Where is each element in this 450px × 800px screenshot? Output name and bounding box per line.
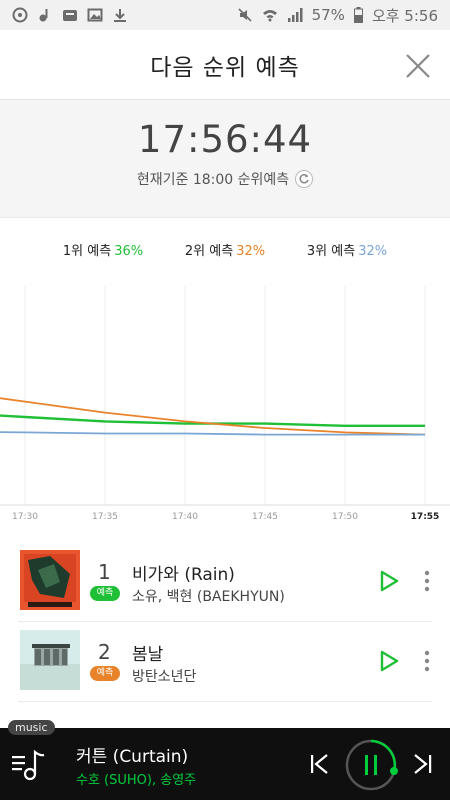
status-bar: 57% 오후 5:56 <box>0 0 450 30</box>
refresh-button[interactable] <box>295 170 314 188</box>
list-item[interactable]: 2 예측 봄날 방탄소년단 <box>18 622 432 702</box>
mute-icon <box>238 8 252 22</box>
x-tick-label: 17:50 <box>332 512 358 522</box>
page-header: 다음 순위 예측 <box>0 30 450 100</box>
music-notification-icon <box>39 9 48 22</box>
play-icon[interactable] <box>378 650 400 672</box>
refresh-icon <box>299 174 309 184</box>
ranking-list: 1 예측 비가와 (Rain) 소유, 백현 (BAEKHYUN) 2 예측 봄… <box>0 542 450 702</box>
legend-label: 1위 예측 <box>62 244 112 259</box>
x-tick-label: 17:45 <box>252 512 278 522</box>
legend-pct: 36% <box>114 244 144 259</box>
song-title[interactable]: 비가와 (Rain) <box>132 560 235 585</box>
legend-label: 3위 예측 <box>306 244 356 259</box>
close-icon[interactable] <box>404 52 432 80</box>
now-playing-title[interactable]: 커튼 (Curtain) <box>76 742 188 767</box>
page-title: 다음 순위 예측 <box>150 54 300 81</box>
play-icon[interactable] <box>378 570 400 592</box>
prediction-basis: 현재기준 18:00 순위예측 <box>136 169 314 189</box>
status-badge: 예측 <box>90 586 120 601</box>
time-panel: 17:56:44 현재기준 18:00 순위예측 <box>0 100 450 218</box>
status-badge: 예측 <box>90 666 120 681</box>
rank-number: 1 <box>98 560 111 584</box>
signal-icon <box>287 8 303 22</box>
battery-percent: 57% <box>311 6 345 24</box>
legend-item-3: 3위 예측 32% <box>307 240 387 259</box>
wifi-icon <box>262 10 277 22</box>
chart-legend: 1위 예측 36% 2위 예측 32% 3위 예측 32% <box>0 240 450 259</box>
album-cover[interactable] <box>20 630 80 690</box>
album-cover[interactable] <box>20 550 80 610</box>
battery-icon <box>353 7 363 23</box>
pause-button[interactable] <box>343 737 399 793</box>
shop-notification-icon <box>63 10 77 21</box>
music-tag: music <box>8 720 55 735</box>
image-notification-icon <box>87 8 103 22</box>
artist-name[interactable]: 방탄소년단 <box>132 666 196 686</box>
clock-status: 오후 5:56 <box>371 6 438 25</box>
next-icon[interactable] <box>410 752 434 776</box>
current-time: 17:56:44 <box>137 118 313 161</box>
song-title[interactable]: 봄날 <box>132 640 163 665</box>
legend-pct: 32% <box>236 244 266 259</box>
legend-item-2: 2위 예측 32% <box>185 240 265 259</box>
x-tick-label: 17:40 <box>172 512 198 522</box>
app-notification-icon <box>12 7 28 23</box>
now-playing-artist[interactable]: 수호 (SUHO), 송영주 <box>76 769 196 788</box>
legend-pct: 32% <box>358 244 388 259</box>
download-icon <box>114 9 126 22</box>
artist-name[interactable]: 소유, 백현 (BAEKHYUN) <box>132 586 285 606</box>
series-line-2 <box>0 397 426 436</box>
x-tick-label: 17:30 <box>12 512 38 522</box>
playlist-icon[interactable] <box>10 746 48 782</box>
prediction-basis-label: 현재기준 18:00 순위예측 <box>136 172 290 188</box>
legend-item-1: 1위 예측 36% <box>63 240 143 259</box>
more-icon[interactable] <box>424 570 430 592</box>
previous-icon[interactable] <box>308 752 332 776</box>
rank-number: 2 <box>98 640 111 664</box>
legend-label: 2위 예측 <box>184 244 234 259</box>
x-tick-label: 17:55 <box>411 512 440 522</box>
list-item[interactable]: 1 예측 비가와 (Rain) 소유, 백현 (BAEKHYUN) <box>18 542 432 622</box>
more-icon[interactable] <box>424 650 430 672</box>
x-tick-label: 17:35 <box>92 512 118 522</box>
prediction-chart: 17:30 17:35 17:40 17:45 17:50 17:55 <box>0 285 450 522</box>
mini-player: music 커튼 (Curtain) 수호 (SUHO), 송영주 <box>0 720 450 800</box>
